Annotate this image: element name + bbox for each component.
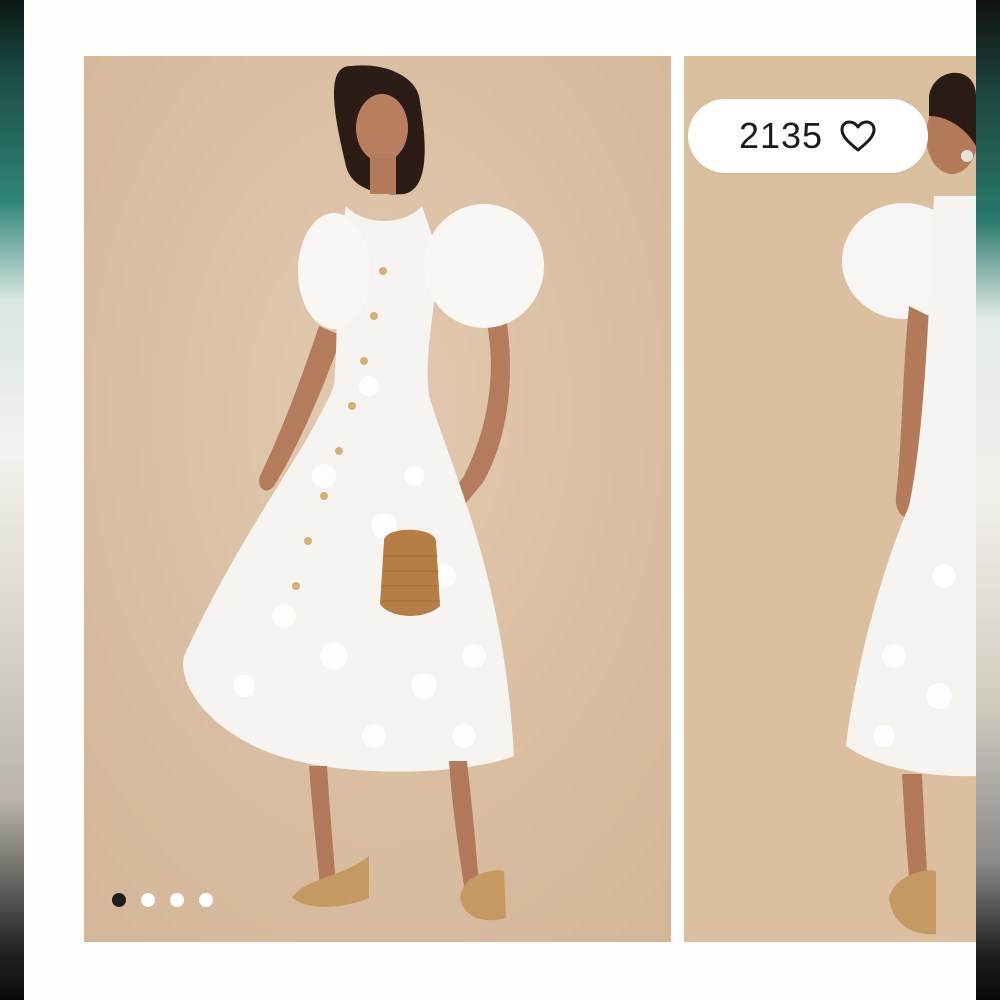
- model-in-white-dress-illustration: [84, 56, 671, 942]
- model-back-view-illustration: [684, 56, 976, 942]
- product-image-back[interactable]: [684, 56, 976, 942]
- blurred-left-edge: [0, 0, 24, 1000]
- carousel-dot-4[interactable]: [199, 893, 213, 907]
- carousel-pagination: [112, 893, 213, 907]
- carousel-dot-2[interactable]: [141, 893, 155, 907]
- like-counter-button[interactable]: 2135: [688, 99, 928, 173]
- carousel-dot-1[interactable]: [112, 893, 126, 907]
- blurred-right-edge: [976, 0, 1000, 1000]
- like-count: 2135: [738, 115, 824, 156]
- product-image-front[interactable]: [84, 56, 671, 942]
- heart-outline-icon: [840, 120, 876, 152]
- carousel-dot-3[interactable]: [170, 893, 184, 907]
